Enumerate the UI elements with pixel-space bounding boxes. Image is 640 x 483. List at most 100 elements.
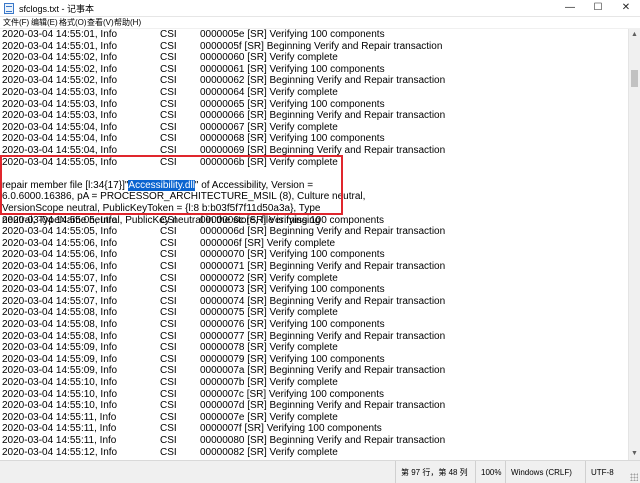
- log-date: 2020-03-04 14:55:10, Info: [2, 400, 118, 412]
- log-date: 2020-03-04 14:55:06, Info: [2, 237, 118, 249]
- scroll-up-arrow-icon[interactable]: ▲: [629, 29, 640, 41]
- menu-format[interactable]: 格式(O): [59, 17, 87, 29]
- log-message: 00000082 [SR] Verify complete: [200, 446, 338, 458]
- log-message: 00000060 [SR] Verify complete: [200, 52, 338, 64]
- log-date: 2020-03-04 14:55:05, Info: [2, 214, 118, 226]
- log-message: 0000007f [SR] Verifying 100 components: [200, 423, 382, 435]
- text-editor-area[interactable]: 2020-03-04 14:55:01, Info CSI 0000005e [SR…: [0, 29, 628, 460]
- log-message: 0000007a [SR] Beginning Verify and Repai…: [200, 365, 446, 377]
- log-date: 2020-03-04 14:55:07, Info: [2, 284, 118, 296]
- log-message: 00000079 [SR] Verifying 100 components: [200, 353, 385, 365]
- minimize-button[interactable]: —: [556, 0, 584, 17]
- log-date: 2020-03-04 14:55:11, Info: [2, 411, 117, 423]
- log-source: CSI: [160, 75, 177, 87]
- log-message: 00000068 [SR] Verifying 100 components: [200, 133, 385, 145]
- log-message: 00000065 [SR] Verifying 100 components: [200, 98, 385, 110]
- log-message: 00000067 [SR] Verify complete: [200, 121, 338, 133]
- log-source: CSI: [160, 295, 177, 307]
- log-source: CSI: [160, 226, 177, 238]
- notepad-icon: [4, 3, 14, 14]
- log-source: CSI: [160, 29, 177, 40]
- line-ending: Windows (CRLF): [505, 461, 572, 483]
- log-source: CSI: [160, 272, 177, 284]
- log-message: 00000072 [SR] Verify complete: [200, 272, 338, 284]
- scroll-down-arrow-icon[interactable]: ▼: [629, 448, 640, 460]
- cursor-position: 第 97 行，第 48 列: [395, 461, 468, 483]
- log-date: 2020-03-04 14:55:03, Info: [2, 98, 118, 110]
- log-date: 2020-03-04 14:55:04, Info: [2, 133, 118, 145]
- log-date: 2020-03-04 14:55:06, Info: [2, 261, 118, 272]
- log-date: 2020-03-04 14:55:03, Info: [2, 110, 118, 122]
- log-message: 00000062 [SR] Beginning Verify and Repai…: [200, 75, 446, 87]
- menu-bar: 文件(F) 编辑(E) 格式(O) 查看(V) 帮助(H): [0, 17, 640, 29]
- log-message: 0000007d [SR] Beginning Verify and Repai…: [200, 400, 446, 412]
- log-source: CSI: [160, 110, 177, 122]
- log-date: 2020-03-04 14:55:11, Info: [2, 435, 117, 446]
- log-source: CSI: [160, 411, 177, 423]
- log-source: CSI: [160, 446, 177, 458]
- log-message: 0000005e [SR] Verifying 100 components: [200, 29, 385, 40]
- log-message: 00000064 [SR] Verify complete: [200, 87, 338, 98]
- log-message: 0000005f [SR] Beginning Verify and Repai…: [200, 40, 443, 52]
- menu-edit[interactable]: 编辑(E): [31, 17, 58, 29]
- menu-file[interactable]: 文件(F): [3, 17, 29, 29]
- menu-view[interactable]: 查看(V): [87, 17, 114, 29]
- maximize-button[interactable]: ☐: [584, 0, 612, 17]
- log-source: CSI: [160, 249, 177, 261]
- log-message: 00000071 [SR] Beginning Verify and Repai…: [200, 261, 446, 272]
- vertical-scrollbar[interactable]: ▲ ▼: [628, 29, 640, 460]
- log-source: CSI: [160, 98, 177, 110]
- log-source: CSI: [160, 63, 177, 75]
- log-date: 2020-03-04 14:55:02, Info: [2, 63, 118, 75]
- log-source: CSI: [160, 121, 177, 133]
- log-message: 00000076 [SR] Verifying 100 components: [200, 319, 385, 330]
- log-date: 2020-03-04 14:55:07, Info: [2, 295, 118, 307]
- red-annotation-box: [0, 155, 343, 215]
- menu-help[interactable]: 帮助(H): [114, 17, 141, 29]
- log-source: CSI: [160, 52, 177, 64]
- log-message: 0000007c [SR] Verifying 100 components: [200, 388, 385, 400]
- log-message: 0000006c [SR] Verifying 100 components: [200, 214, 385, 226]
- log-source: CSI: [160, 400, 177, 412]
- log-date: 2020-03-04 14:55:10, Info: [2, 388, 118, 400]
- log-source: CSI: [160, 284, 177, 296]
- log-message: 00000066 [SR] Beginning Verify and Repai…: [200, 110, 446, 122]
- log-message: 00000077 [SR] Beginning Verify and Repai…: [200, 330, 446, 342]
- log-source: CSI: [160, 353, 177, 365]
- close-button[interactable]: ✕: [612, 0, 640, 17]
- log-source: CSI: [160, 237, 177, 249]
- encoding: UTF-8: [585, 461, 614, 483]
- log-source: CSI: [160, 214, 177, 226]
- zoom-level: 100%: [475, 461, 501, 483]
- log-message: 00000075 [SR] Verify complete: [200, 307, 338, 319]
- log-message: 00000070 [SR] Verifying 100 components: [200, 249, 385, 261]
- log-source: CSI: [160, 319, 177, 330]
- title-bar: sfclogs.txt - 记事本 — ☐ ✕: [0, 0, 640, 17]
- log-date: 2020-03-04 14:55:12, Info: [2, 446, 118, 458]
- log-date: 2020-03-04 14:55:08, Info: [2, 319, 118, 330]
- log-source: CSI: [160, 435, 177, 446]
- log-date: 2020-03-04 14:55:04, Info: [2, 121, 118, 133]
- log-date: 2020-03-04 14:55:01, Info: [2, 40, 118, 52]
- log-date: 2020-03-04 14:55:09, Info: [2, 353, 118, 365]
- log-message: 00000073 [SR] Verifying 100 components: [200, 284, 385, 296]
- log-date: 2020-03-04 14:55:03, Info: [2, 87, 118, 98]
- log-date: 2020-03-04 14:55:07, Info: [2, 272, 118, 284]
- log-message: 0000006d [SR] Beginning Verify and Repai…: [200, 226, 446, 238]
- log-message: 0000006f [SR] Verify complete: [200, 237, 336, 249]
- log-date: 2020-03-04 14:55:10, Info: [2, 377, 118, 388]
- resize-grip-icon[interactable]: [630, 473, 638, 481]
- log-date: 2020-03-04 14:55:09, Info: [2, 342, 118, 354]
- log-source: CSI: [160, 423, 177, 435]
- log-source: CSI: [160, 87, 177, 98]
- log-message: 0000007e [SR] Verify complete: [200, 411, 338, 423]
- log-source: CSI: [160, 261, 177, 272]
- log-message: 00000078 [SR] Verify complete: [200, 342, 338, 354]
- log-date: 2020-03-04 14:55:02, Info: [2, 75, 118, 87]
- log-source: CSI: [160, 133, 177, 145]
- log-source: CSI: [160, 307, 177, 319]
- scrollbar-thumb[interactable]: [631, 70, 638, 87]
- log-date: 2020-03-04 14:55:09, Info: [2, 365, 118, 377]
- log-message: 00000080 [SR] Beginning Verify and Repai…: [200, 435, 446, 446]
- log-date: 2020-03-04 14:55:05, Info: [2, 226, 118, 238]
